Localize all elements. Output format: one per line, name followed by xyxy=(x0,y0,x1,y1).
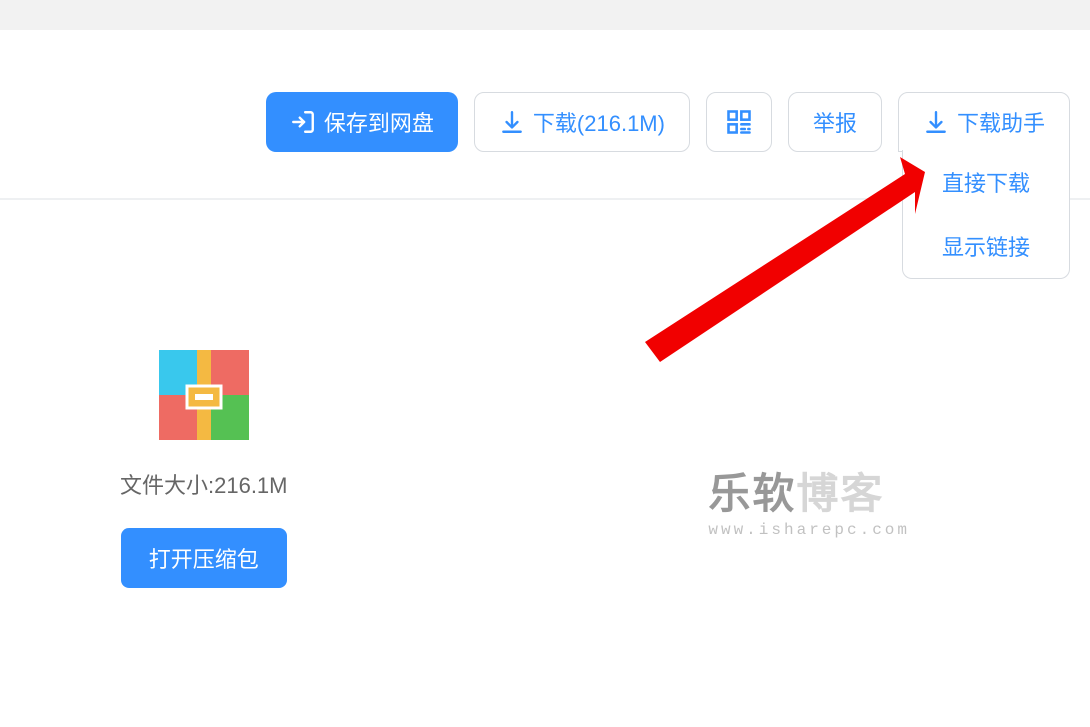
save-label: 保存到网盘 xyxy=(324,106,434,138)
watermark: 乐软博客 www.isharepc.com xyxy=(708,460,910,539)
toolbar: 保存到网盘 下载(216.1M) 举报 xyxy=(0,30,1090,200)
export-icon xyxy=(290,109,316,135)
watermark-blog: 博客 xyxy=(796,470,884,517)
header-bar xyxy=(0,0,1090,30)
watermark-url: www.isharepc.com xyxy=(708,521,910,539)
save-to-disk-button[interactable]: 保存到网盘 xyxy=(266,92,458,152)
helper-label: 下载助手 xyxy=(957,106,1045,138)
download-button[interactable]: 下载(216.1M) xyxy=(474,92,690,152)
report-button[interactable]: 举报 xyxy=(788,92,882,152)
download-icon xyxy=(923,109,949,135)
file-panel: 文件大小:216.1M 打开压缩包 xyxy=(120,350,288,588)
download-helper-button[interactable]: 下载助手 xyxy=(898,92,1070,152)
download-label: 下载(216.1M) xyxy=(533,106,665,138)
download-helper-dropdown: 下载助手 直接下载 显示链接 xyxy=(898,92,1070,152)
download-icon xyxy=(499,109,525,135)
file-size-text: 文件大小:216.1M xyxy=(120,468,288,500)
report-label: 举报 xyxy=(813,106,857,138)
open-archive-button[interactable]: 打开压缩包 xyxy=(121,528,287,588)
watermark-brand: 乐软 xyxy=(708,470,796,517)
archive-file-icon xyxy=(159,350,249,440)
qr-button[interactable] xyxy=(706,92,772,152)
qr-icon xyxy=(725,108,753,136)
content-area: 文件大小:216.1M 打开压缩包 乐软博客 www.isharepc.com xyxy=(0,200,1090,588)
